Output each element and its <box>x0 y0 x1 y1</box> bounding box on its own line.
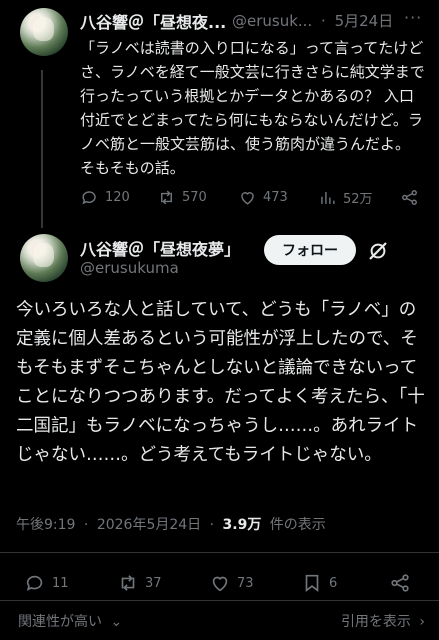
main-share-button[interactable] <box>389 572 411 594</box>
main-bookmark-button[interactable]: 6 <box>301 572 389 594</box>
reply-share-button[interactable] <box>400 188 419 207</box>
divider-bottom <box>0 600 439 601</box>
view-quotes-link[interactable]: 引用を表示 › <box>341 611 425 631</box>
views-number[interactable]: 3.9万 <box>223 517 262 533</box>
comment-icon <box>26 575 43 591</box>
main-tweet-text: 今いろいろな人と話していて、どうも「ラノベ」の定義に個人差あるという可能性が浮上… <box>16 300 425 465</box>
divider-top <box>0 552 439 553</box>
main-retweet-count: 37 <box>145 575 162 591</box>
main-tweet-meta: 午後9:19 · 2026年5月24日 · 3.9万 件の表示 <box>16 514 326 534</box>
reply-author-handle[interactable]: @erusuk... <box>232 12 312 30</box>
main-author-name[interactable]: 八谷響＠「昼想夜夢」 <box>80 236 240 260</box>
main-like-count: 73 <box>237 575 254 591</box>
views-count: 52万 <box>343 192 373 207</box>
meta-dot: · <box>209 517 215 533</box>
meta-dot: · <box>83 517 89 533</box>
chevron-right-icon: › <box>419 614 425 630</box>
follow-button[interactable]: フォロー <box>264 235 356 265</box>
quotes-label: 引用を表示 <box>340 614 411 630</box>
main-retweet-button[interactable]: 37 <box>117 572 209 594</box>
tweet-date[interactable]: 2026年5月24日 <box>97 517 201 533</box>
main-reply-count: 11 <box>52 575 69 591</box>
main-replies-button[interactable]: 11 <box>24 572 117 594</box>
sort-replies-dropdown[interactable]: 関連性が高い ⌄ <box>18 611 122 631</box>
bookmark-icon <box>305 574 319 592</box>
comment-icon <box>82 191 96 205</box>
reply-action-bar: 120 570 473 52万 <box>80 188 420 207</box>
main-bookmark-count: 6 <box>329 575 338 591</box>
reply-author-name[interactable]: 八谷響＠「昼想夜... <box>80 9 226 33</box>
reply-author-avatar[interactable] <box>20 8 68 56</box>
main-like-button[interactable]: 73 <box>209 572 301 594</box>
tweet-time[interactable]: 午後9:19 <box>16 517 75 533</box>
reply-more-menu-icon[interactable]: ··· <box>404 8 422 27</box>
main-action-bar: 11 37 73 6 <box>24 572 424 594</box>
reply-replies-button[interactable]: 120 <box>80 188 157 207</box>
sort-label: 関連性が高い <box>18 614 102 630</box>
reply-tweet-text: 「ラノベは読書の入り口になる」って言ってたけどさ、ラノベを経て一般文芸に行きさら… <box>80 39 425 177</box>
main-author-avatar[interactable] <box>20 234 68 282</box>
reply-retweet-button[interactable]: 570 <box>157 188 238 207</box>
retweet-count: 570 <box>182 190 207 205</box>
reply-views-button[interactable]: 52万 <box>318 188 400 207</box>
chevron-down-icon: ⌄ <box>110 614 123 630</box>
heart-icon <box>212 576 228 592</box>
reply-meta-row: @erusuk... · 5月24日 <box>232 10 393 31</box>
heart-icon <box>241 192 254 205</box>
reply-like-button[interactable]: 473 <box>238 188 318 207</box>
share-icon <box>391 574 409 592</box>
reply-date[interactable]: 5月24日 <box>335 12 394 30</box>
grok-icon[interactable] <box>367 240 389 262</box>
views-chart-icon <box>321 191 335 204</box>
share-icon <box>402 190 417 205</box>
retweet-icon <box>161 190 172 205</box>
retweet-icon <box>121 575 135 591</box>
like-count: 473 <box>263 190 288 205</box>
main-author-handle[interactable]: @erusukuma <box>80 259 179 277</box>
views-label[interactable]: 件の表示 <box>270 517 326 533</box>
meta-dot: · <box>321 12 326 30</box>
reply-count: 120 <box>105 190 130 205</box>
thread-connector-line <box>41 70 43 228</box>
